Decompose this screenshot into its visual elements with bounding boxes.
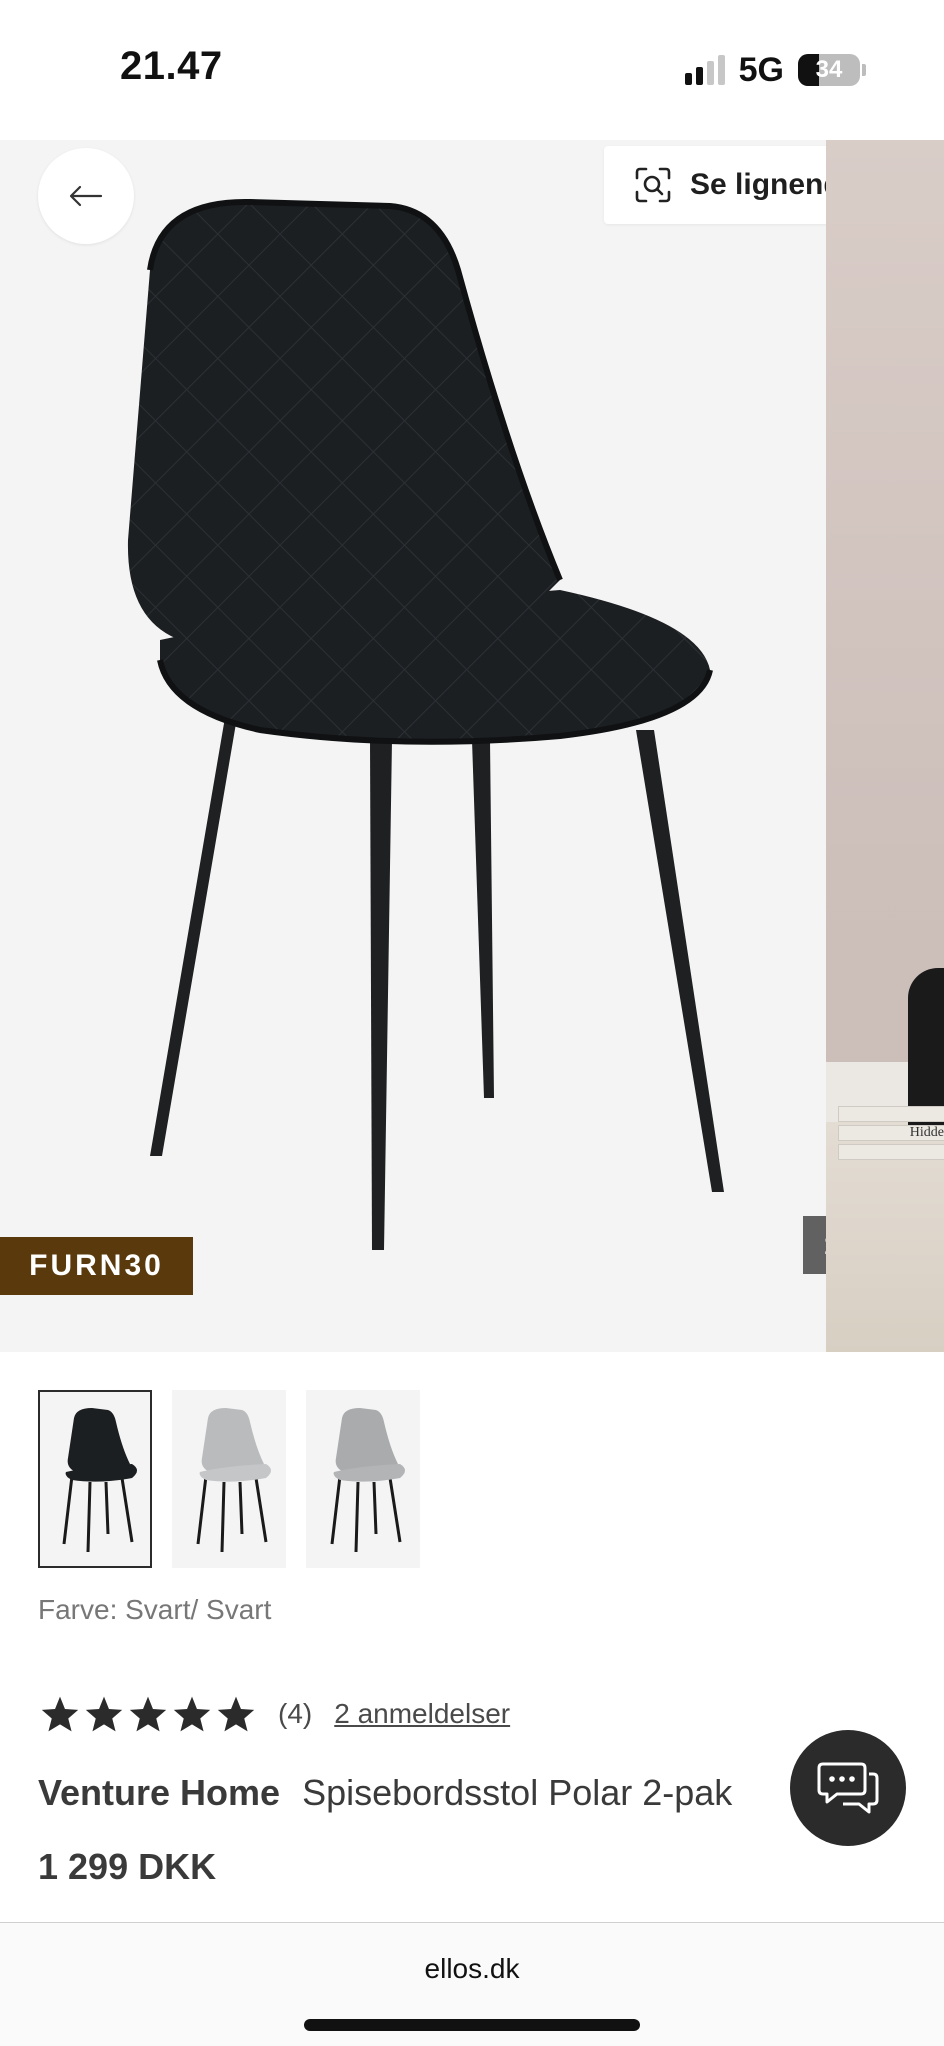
home-indicator[interactable] — [304, 2019, 640, 2031]
chair-thumbnail-icon — [196, 1408, 271, 1553]
chair-thumbnail-icon — [330, 1408, 405, 1553]
chair-image — [127, 198, 724, 1250]
chair-thumbnail-icon — [62, 1408, 137, 1553]
chat-icon — [817, 1762, 879, 1814]
reviews-link[interactable]: 2 anmeldelser — [334, 1698, 510, 1730]
vase-image — [908, 968, 944, 1128]
color-label: Farve: Svart/ Svart — [38, 1594, 272, 1625]
back-button[interactable] — [38, 148, 134, 244]
product-image-gallery[interactable]: Se lignende FURN30 1 / 5 Hidden — [0, 140, 944, 1352]
chat-button[interactable] — [790, 1730, 906, 1846]
star-icon — [217, 1696, 255, 1732]
battery-level: 34 — [815, 56, 843, 83]
rating-row: (4) 2 anmeldelser — [40, 1690, 510, 1738]
product-image[interactable]: Se lignende FURN30 1 / 5 — [0, 140, 906, 1352]
url-text[interactable]: ellos.dk — [0, 1953, 944, 1985]
promo-code-badge: FURN30 — [0, 1237, 193, 1295]
star-icon — [129, 1696, 167, 1732]
network-label: 5G — [738, 50, 784, 89]
books-image: Hidden — [838, 1106, 944, 1170]
book-title: Hidden — [838, 1125, 944, 1141]
status-indicators: 5G 34 — [684, 50, 866, 90]
thumbnail-black[interactable] — [38, 1390, 152, 1568]
rating-count: (4) — [278, 1698, 313, 1729]
star-icon — [85, 1696, 123, 1732]
arrow-left-icon — [69, 185, 103, 207]
star-icon — [41, 1696, 79, 1732]
browser-address-bar[interactable]: ellos.dk — [0, 1922, 944, 2046]
product-title: Venture Home Spisebordsstol Polar 2-pak — [38, 1768, 732, 1818]
status-time: 21.47 — [120, 44, 223, 88]
battery-icon: 34 — [798, 54, 860, 86]
star-icon — [173, 1696, 211, 1732]
brand-name[interactable]: Venture Home — [38, 1772, 280, 1814]
product-price: 1 299 DKK — [38, 1846, 217, 1887]
next-product-image[interactable]: Hidden — [826, 140, 944, 1352]
visual-search-icon — [635, 167, 671, 203]
thumbnail-grey[interactable] — [306, 1390, 420, 1568]
signal-icon — [684, 55, 725, 85]
status-bar: 21.47 5G 34 — [0, 0, 944, 140]
thumbnail-light-grey[interactable] — [172, 1390, 286, 1568]
rating-stars — [40, 1695, 256, 1733]
color-thumbnails — [38, 1390, 420, 1568]
product-name: Spisebordsstol Polar 2-pak — [302, 1772, 733, 1813]
